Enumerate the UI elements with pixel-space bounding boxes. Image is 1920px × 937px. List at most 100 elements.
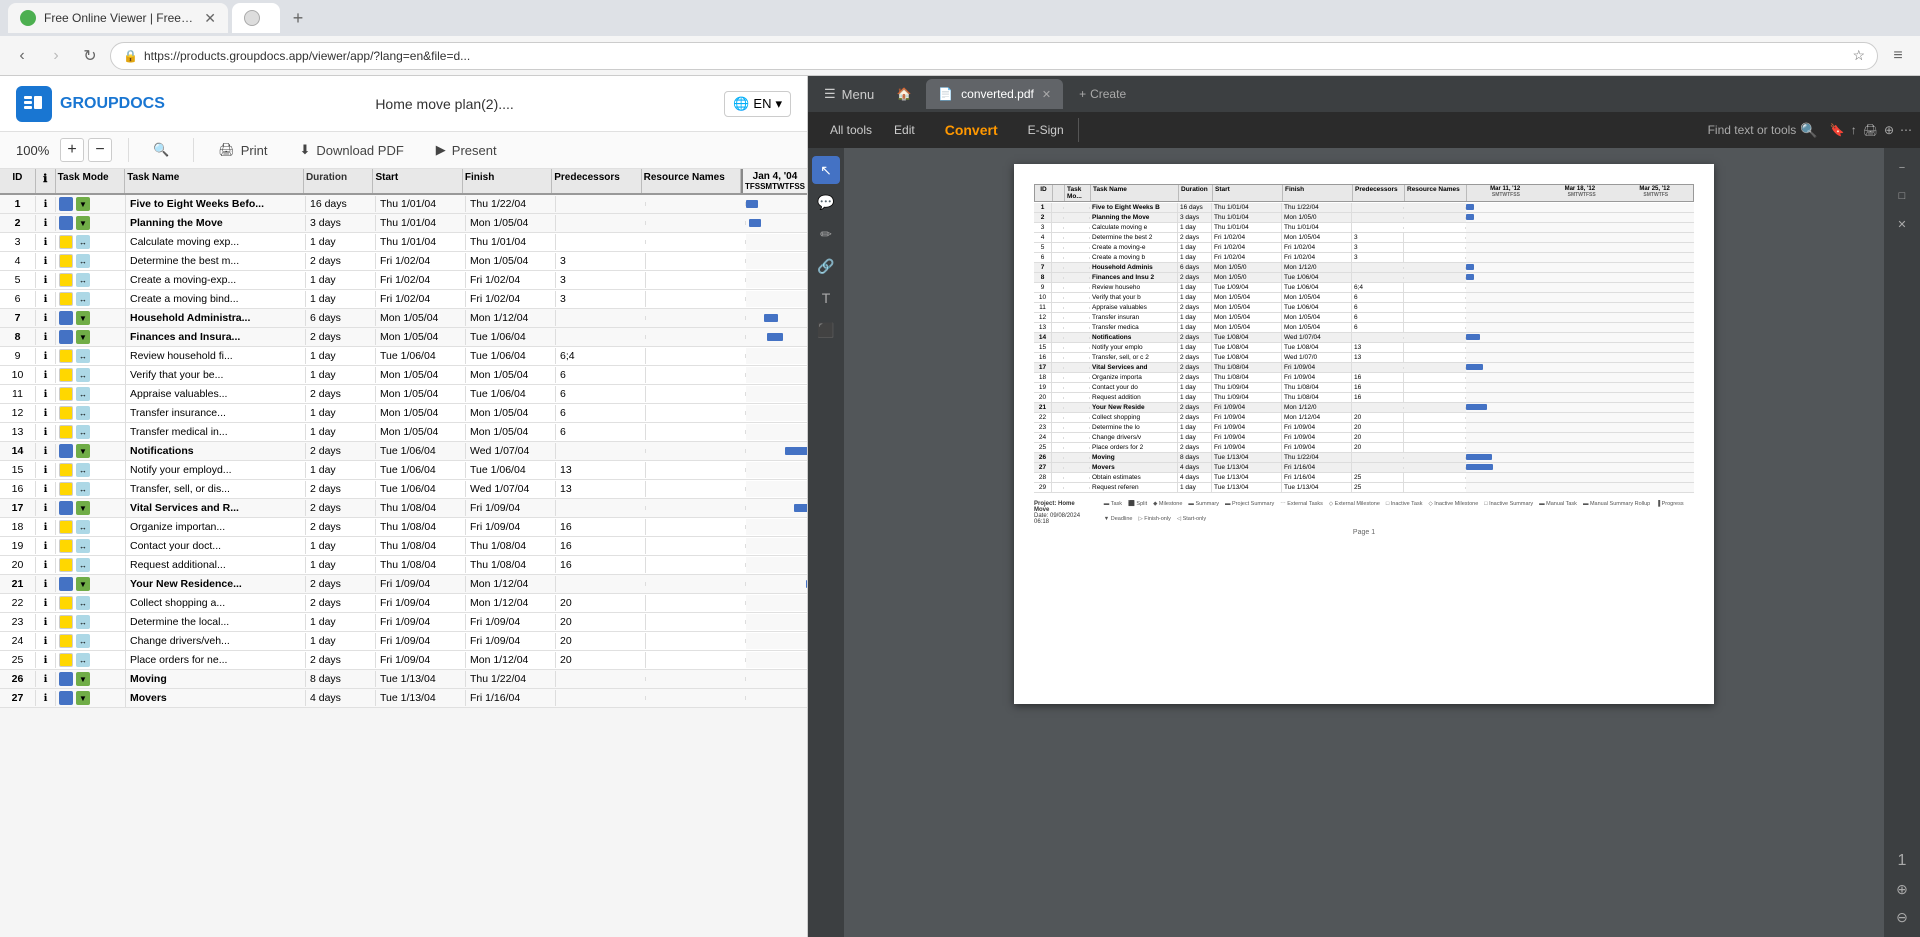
- zoom-out-button[interactable]: −: [88, 138, 112, 162]
- toolbar-separator-1: [128, 138, 129, 162]
- gantt-row: 4 ℹ ↔ Determine the best m... 2 days Fri…: [0, 252, 807, 271]
- refresh-button[interactable]: ↻: [76, 42, 104, 70]
- address-bar[interactable]: 🔒 https://products.groupdocs.app/viewer/…: [110, 42, 1878, 70]
- pdf-page-number: Page 1: [1034, 529, 1694, 536]
- col-header-start: Start: [373, 169, 462, 193]
- pdf-new-tab-button[interactable]: + Create: [1071, 83, 1134, 105]
- pdf-tab-bar: ☰ Menu 🏠 📄 converted.pdf ✕ + Create: [808, 76, 1920, 112]
- pdf-gantt-row: 8 Finances and Insu 2 2 days Mon 1/05/0 …: [1034, 273, 1694, 283]
- edit-button[interactable]: Edit: [884, 119, 925, 141]
- search-button[interactable]: 🔍: [145, 138, 177, 162]
- cursor-tool-button[interactable]: ↖: [812, 156, 840, 184]
- pdf-toolbar: All tools Edit Convert E-Sign Find text …: [808, 112, 1920, 148]
- language-selector[interactable]: 🌐 EN ▾: [724, 91, 791, 117]
- gantt-row: 21 ℹ ▼ Your New Residence... 2 days Fri …: [0, 575, 807, 594]
- gantt-container: ID ℹ Task Mode Task Name Duration Start …: [0, 169, 807, 708]
- zoom-tool-icon[interactable]: ⊕: [1884, 123, 1894, 137]
- pdf-gantt-row: 16 Transfer, sell, or c 2 2 days Tue 1/0…: [1034, 353, 1694, 363]
- pdf-gantt-row: 29 Request referen 1 day Tue 1/13/04 Tue…: [1034, 483, 1694, 493]
- pdf-chrome: ☰ Menu 🏠 📄 converted.pdf ✕ + Create: [808, 76, 1920, 148]
- all-tools-button[interactable]: All tools: [820, 119, 882, 141]
- comment-tool-button[interactable]: 💬: [812, 188, 840, 216]
- tab-2[interactable]: [232, 3, 280, 33]
- logo-icon: [16, 86, 52, 122]
- right-sidebar-zoom-in[interactable]: ⊕: [1896, 877, 1908, 901]
- right-sidebar-zoom-out[interactable]: ⊖: [1896, 905, 1908, 929]
- groupdocs-logo: GROUPDOCS: [16, 86, 165, 122]
- groupdocs-header: GROUPDOCS Home move plan(2).... 🌐 EN ▾: [0, 76, 807, 132]
- zoom-control: 100% + −: [16, 138, 112, 162]
- print-button[interactable]: 🖨 Print: [210, 138, 275, 162]
- bookmark-icon[interactable]: ☆: [1852, 47, 1865, 64]
- convert-button[interactable]: Convert: [927, 118, 1016, 142]
- esign-button[interactable]: E-Sign: [1018, 119, 1074, 141]
- gantt-row: 20 ℹ ↔ Request additional... 1 day Thu 1…: [0, 556, 807, 575]
- page-number-indicator[interactable]: 1: [1898, 849, 1907, 873]
- gantt-row: 2 ℹ ▼ Planning the Move 3 days Thu 1/01/…: [0, 214, 807, 233]
- share-icon[interactable]: ↑: [1851, 123, 1857, 137]
- link-tool-button[interactable]: 🔗: [812, 252, 840, 280]
- logo-text: GROUPDOCS: [60, 95, 165, 113]
- col-header-name: Task Name: [125, 169, 304, 193]
- menu-button[interactable]: ≡: [1884, 42, 1912, 70]
- pdf-page: ID Task Mo... Task Name Duration Start F…: [1014, 164, 1714, 704]
- lang-label: EN: [753, 96, 771, 111]
- tab-1-favicon: [20, 10, 36, 26]
- bookmark-tool-icon[interactable]: 🔖: [1830, 123, 1845, 137]
- address-text: https://products.groupdocs.app/viewer/ap…: [144, 49, 1846, 63]
- more-icon[interactable]: ⋯: [1900, 123, 1912, 137]
- pdf-gantt-row: 28 Obtain estimates 4 days Tue 1/13/04 F…: [1034, 473, 1694, 483]
- pdf-home-button[interactable]: 🏠: [890, 80, 918, 108]
- gantt-row: 11 ℹ ↔ Appraise valuables... 2 days Mon …: [0, 385, 807, 404]
- print-icon: 🖨: [218, 142, 235, 158]
- pdf-tab-label: converted.pdf: [961, 87, 1034, 101]
- pdf-gantt-row: 14 Notifications 2 days Tue 1/08/04 Wed …: [1034, 333, 1694, 343]
- right-sidebar-close[interactable]: ✕: [1897, 212, 1906, 236]
- pdf-page-container[interactable]: ID Task Mo... Task Name Duration Start F…: [844, 148, 1884, 937]
- pdf-gantt-row: 10 Verify that your b 1 day Mon 1/05/04 …: [1034, 293, 1694, 303]
- new-tab-button[interactable]: +: [284, 4, 312, 32]
- gantt-row: 22 ℹ ↔ Collect shopping a... 2 days Fri …: [0, 594, 807, 613]
- pdf-tab-converted[interactable]: 📄 converted.pdf ✕: [926, 79, 1063, 109]
- forward-button[interactable]: ›: [42, 42, 70, 70]
- pdf-gantt-row: 24 Change drivers/v 1 day Fri 1/09/04 Fr…: [1034, 433, 1694, 443]
- back-button[interactable]: ‹: [8, 42, 36, 70]
- print-tool-icon[interactable]: 🖨: [1863, 123, 1878, 137]
- pdf-gantt-row: 19 Contact your do 1 day Thu 1/09/04 Thu…: [1034, 383, 1694, 393]
- pdf-tool-group-main: All tools Edit Convert E-Sign: [816, 118, 1079, 142]
- search-icon[interactable]: 🔍: [1800, 122, 1817, 139]
- tab-1-label: Free Online Viewer | Free Group...: [44, 11, 196, 25]
- gantt-row: 3 ℹ ↔ Calculate moving exp... 1 day Thu …: [0, 233, 807, 252]
- right-sidebar-minimize[interactable]: −: [1899, 156, 1905, 180]
- tab-1[interactable]: Free Online Viewer | Free Group... ✕: [8, 3, 228, 33]
- browser-nav: ‹ › ↻ 🔒 https://products.groupdocs.app/v…: [0, 36, 1920, 76]
- pdf-gantt-row: 7 Household Adminis 6 days Mon 1/05/0 Mo…: [1034, 263, 1694, 273]
- pdf-menu-button[interactable]: ☰ Menu: [816, 82, 882, 106]
- pen-tool-button[interactable]: ✏: [812, 220, 840, 248]
- create-label: Create: [1090, 87, 1126, 101]
- pdf-file-icon: 📄: [938, 87, 953, 101]
- gantt-row: 1 ℹ ▼ Five to Eight Weeks Befo... 16 day…: [0, 195, 807, 214]
- pdf-gantt-row: 12 Transfer insuran 1 day Mon 1/05/04 Mo…: [1034, 313, 1694, 323]
- gantt-row: 15 ℹ ↔ Notify your employd... 1 day Tue …: [0, 461, 807, 480]
- pdf-right-sidebar: − □ ✕ 1 ⊕ ⊖: [1884, 148, 1920, 937]
- right-sidebar-expand[interactable]: □: [1899, 184, 1906, 208]
- tab-1-close[interactable]: ✕: [204, 10, 216, 27]
- present-button[interactable]: ▶ Present: [428, 138, 505, 162]
- pdf-gantt-row: 11 Appraise valuables 2 days Mon 1/05/04…: [1034, 303, 1694, 313]
- gantt-row: 10 ℹ ↔ Verify that your be... 1 day Mon …: [0, 366, 807, 385]
- gantt-row: 13 ℹ ↔ Transfer medical in... 1 day Mon …: [0, 423, 807, 442]
- lock-icon: 🔒: [123, 49, 138, 63]
- highlight-tool-button[interactable]: ⬛: [812, 316, 840, 344]
- pdf-tab-close-icon[interactable]: ✕: [1042, 88, 1051, 101]
- chevron-down-icon: ▾: [775, 96, 782, 112]
- gantt-row: 6 ℹ ↔ Create a moving bind... 1 day Fri …: [0, 290, 807, 309]
- download-button[interactable]: ⬇ Download PDF: [291, 138, 411, 162]
- col-header-id: ID: [0, 169, 36, 193]
- globe-icon: 🌐: [733, 96, 749, 112]
- viewer-toolbar: 100% + − 🔍 🖨 Print ⬇ Download PDF ▶ Pres…: [0, 132, 807, 169]
- zoom-in-button[interactable]: +: [60, 138, 84, 162]
- viewer-content[interactable]: ID ℹ Task Mode Task Name Duration Start …: [0, 169, 807, 937]
- text-tool-button[interactable]: T: [812, 284, 840, 312]
- download-icon: ⬇: [299, 142, 310, 158]
